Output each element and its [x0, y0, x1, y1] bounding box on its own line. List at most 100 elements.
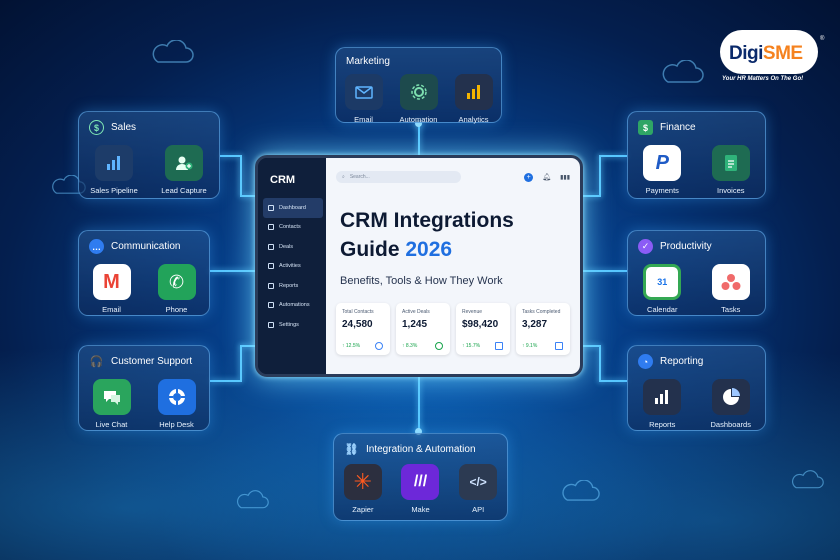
search-input[interactable]: ⌕ Search... [336, 171, 461, 183]
tile-label: Automation [399, 115, 438, 124]
tile-sales-pipeline[interactable]: Sales Pipeline [79, 145, 149, 195]
connector-line [240, 345, 256, 347]
connector-line [240, 345, 242, 382]
stat-label: Revenue [462, 309, 483, 315]
connector-line [210, 270, 256, 272]
card-integration-automation[interactable]: ⛓ Integration & Automation ✳ Zapier /// … [333, 433, 508, 521]
tile-live-chat[interactable]: Live Chat [82, 379, 142, 429]
sidebar-item-automations[interactable]: Automations [263, 296, 323, 316]
tile-reports[interactable]: Reports [628, 379, 697, 429]
tile-calendar[interactable]: 31 Calendar [628, 264, 697, 314]
card-title: ✓ Productivity [638, 239, 712, 254]
tile-help-desk[interactable]: Help Desk [147, 379, 207, 429]
calendar-day: 31 [657, 277, 668, 287]
card-marketing[interactable]: Marketing Email Automation Analytics [335, 47, 502, 124]
connector-line [583, 195, 599, 197]
brand-logo[interactable]: DigiSME ® Your HR Matters On The Go! [720, 30, 830, 90]
tile-tasks[interactable]: Tasks [697, 264, 766, 314]
dollar-icon [435, 342, 443, 350]
topbar: ⌕ Search... + 🔔︎ ▮▮▮ [336, 170, 570, 184]
tile-make[interactable]: /// Make [395, 464, 445, 514]
page-title: CRM Integrations Guide 2026 [340, 206, 514, 264]
tile-label: Email [354, 115, 373, 124]
cloud-icon [792, 470, 824, 489]
card-reporting[interactable]: ◔ Reporting Reports Dashboards [627, 345, 766, 431]
tile-row: ✳ Zapier /// Make </> API [334, 464, 507, 514]
cloud-icon [562, 480, 600, 501]
tile-lead-capture[interactable]: Lead Capture [149, 145, 219, 195]
dollar-icon: $ [89, 120, 104, 135]
stat-card[interactable]: Tasks Completed 3,287 ↑ 9.1% [516, 303, 570, 355]
card-customer-support[interactable]: 🎧 Customer Support Live Chat Help Desk [78, 345, 210, 431]
connector-line [599, 155, 601, 197]
sidebar-item-contacts[interactable]: Contacts [263, 218, 323, 238]
logo-sme: SME [762, 43, 803, 64]
stat-card[interactable]: Revenue $98,420 ↑ 15.7% [456, 303, 510, 355]
tile-invoices[interactable]: Invoices [697, 145, 766, 195]
gmail-icon: M [92, 264, 131, 300]
tile-row: M Email ✆ Phone [79, 264, 209, 314]
stat-label: Active Deals [402, 309, 430, 315]
card-title-label: Productivity [660, 241, 712, 252]
card-sales[interactable]: $ Sales Sales Pipeline Lead Capture [78, 111, 220, 199]
tile-row: Reports Dashboards [628, 379, 765, 429]
sidebar-item-deals[interactable]: Deals [263, 237, 323, 257]
connector-line [210, 380, 240, 382]
automation-icon [268, 302, 274, 309]
tile-api[interactable]: </> API [453, 464, 503, 514]
tile-row: Email Automation Analytics [336, 74, 501, 124]
sidebar-item-label: Settings [279, 321, 299, 328]
tile-label: Calendar [647, 305, 678, 314]
connector-line [599, 345, 601, 382]
connector-line [418, 123, 420, 157]
sidebar-item-label: Contacts [279, 224, 301, 231]
card-title: … Communication [89, 239, 180, 254]
tile-payments[interactable]: P Payments [628, 145, 697, 195]
card-title: Marketing [346, 56, 390, 67]
card-productivity[interactable]: ✓ Productivity 31 Calendar Tasks [627, 230, 766, 316]
card-title-label: Reporting [660, 356, 704, 367]
cloud-icon [237, 490, 269, 509]
add-icon[interactable]: + [524, 172, 534, 182]
card-title-label: Customer Support [111, 356, 193, 367]
stat-card[interactable]: Active Deals 1,245 ↑ 8.3% [396, 303, 450, 355]
stat-value: 24,580 [342, 319, 373, 330]
chat-bubble-icon: … [89, 239, 104, 254]
tile-analytics[interactable]: Analytics [449, 74, 499, 124]
tile-label: Dashboards [710, 420, 751, 429]
sidebar-item-reports[interactable]: Reports [263, 276, 323, 296]
card-title: $ Finance [638, 120, 696, 135]
sidebar-item-settings[interactable]: Settings [263, 315, 323, 335]
tile-automation[interactable]: Automation [394, 74, 444, 124]
sidebar-item-dashboard[interactable]: Dashboard [263, 198, 323, 218]
cloud-icon [662, 60, 704, 83]
card-finance[interactable]: $ Finance P Payments Invoices [627, 111, 766, 199]
card-communication[interactable]: … Communication M Email ✆ Phone [78, 230, 210, 316]
headline-line-1: CRM Integrations [340, 209, 514, 232]
bell-icon[interactable]: 🔔︎ [542, 173, 551, 181]
bar-chart-icon [95, 145, 133, 181]
bar-chart-icon[interactable]: ▮▮▮ [560, 174, 570, 181]
tile-dashboards[interactable]: Dashboards [697, 379, 766, 429]
dollar-icon: $ [638, 120, 653, 135]
tile-zapier[interactable]: ✳ Zapier [338, 464, 388, 514]
tile-label: Zapier [352, 505, 374, 514]
logo-tagline: Your HR Matters On The Go! [722, 76, 804, 82]
sidebar-item-activities[interactable]: Activities [263, 257, 323, 277]
card-title-label: Communication [111, 241, 181, 252]
sidebar-item-label: Reports [279, 282, 299, 289]
add-user-icon [165, 145, 203, 181]
stat-card[interactable]: Total Contacts 24,580 ↑ 12.5% [336, 303, 390, 355]
chat-icon [92, 379, 131, 415]
tile-phone[interactable]: ✆ Phone [147, 264, 207, 314]
tile-email[interactable]: M Email [82, 264, 142, 314]
sidebar-nav: Dashboard Contacts Deals Activities Repo… [263, 198, 323, 335]
connector-line [599, 380, 627, 382]
calendar-icon: 31 [643, 264, 682, 300]
topbar-icons: + 🔔︎ ▮▮▮ [524, 172, 570, 182]
pie-chart-icon: ◔ [638, 354, 653, 369]
gear-icon [399, 74, 438, 110]
user-icon [375, 342, 383, 350]
connector-line [418, 377, 420, 433]
tile-email[interactable]: Email [339, 74, 389, 124]
